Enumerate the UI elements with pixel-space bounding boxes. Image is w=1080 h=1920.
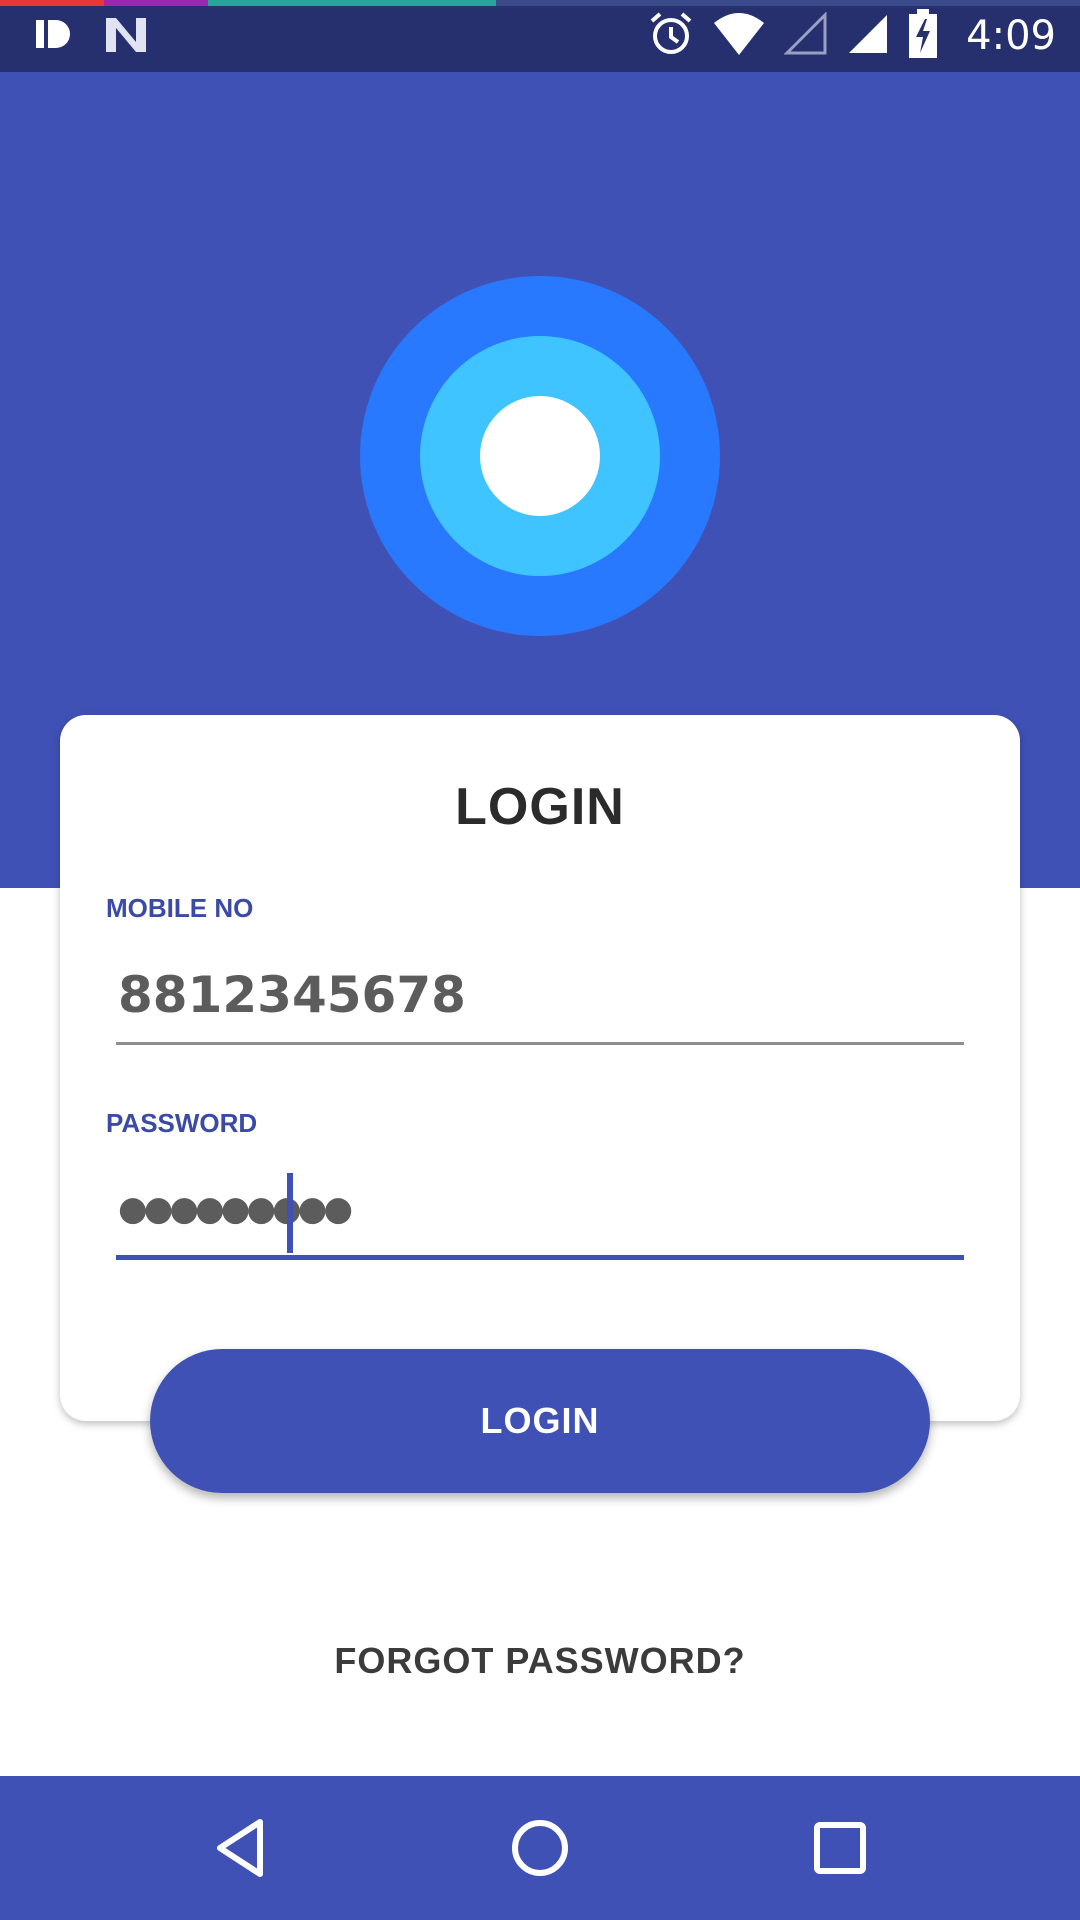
card-title: LOGIN	[455, 778, 625, 836]
signal-icon	[846, 12, 890, 61]
battery-charging-icon	[908, 8, 938, 64]
home-icon[interactable]	[500, 1812, 580, 1884]
navigation-bar	[0, 1776, 1080, 1920]
login-card: LOGIN MOBILE NO PASSWORD	[60, 715, 1020, 1421]
id-app-icon	[34, 14, 74, 59]
login-button[interactable]: LOGIN	[150, 1349, 930, 1493]
alarm-icon	[648, 11, 694, 62]
password-input[interactable]	[116, 1170, 964, 1260]
status-time: 4:09	[966, 13, 1056, 59]
logo-center-dot	[480, 396, 600, 516]
status-bar: 4:09	[0, 0, 1080, 72]
status-strip-blue	[496, 0, 1080, 6]
status-strip-red	[0, 0, 104, 6]
mobile-label: MOBILE NO	[106, 893, 254, 923]
logo-middle-ring	[420, 336, 660, 576]
app-logo-icon	[360, 276, 720, 636]
password-label: PASSWORD	[106, 1108, 258, 1138]
recents-icon[interactable]	[800, 1812, 880, 1884]
signal-empty-icon	[783, 10, 828, 61]
mobile-input[interactable]	[116, 955, 964, 1045]
status-strip-purple	[104, 0, 208, 6]
forgot-password-link[interactable]: FORGOT PASSWORD?	[0, 1640, 1080, 1682]
wifi-icon	[712, 11, 766, 62]
text-cursor	[287, 1173, 293, 1253]
back-icon[interactable]	[200, 1812, 280, 1884]
n-app-icon	[104, 14, 148, 59]
status-strip-teal	[208, 0, 496, 6]
